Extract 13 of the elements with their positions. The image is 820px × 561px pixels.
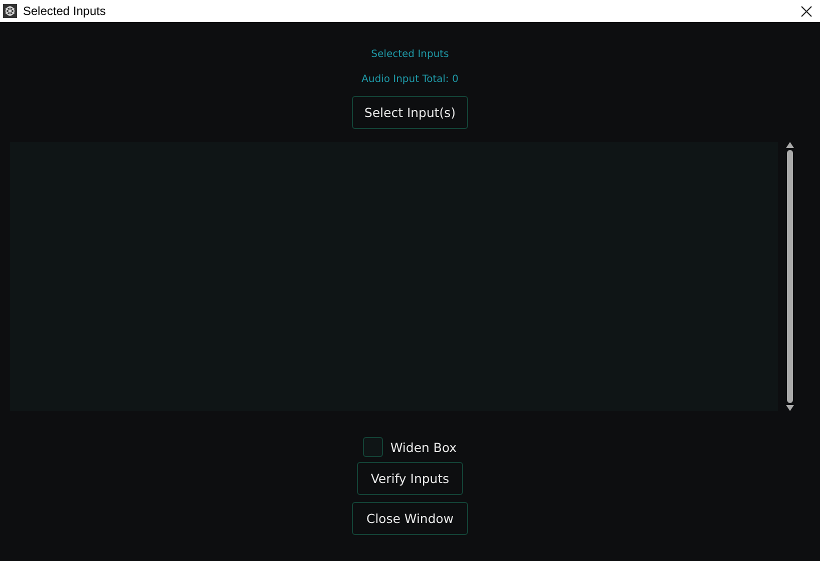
close-window-button[interactable]: Close Window xyxy=(352,502,468,535)
widen-box-checkbox[interactable] xyxy=(363,437,384,457)
scroll-down-icon[interactable] xyxy=(786,405,794,411)
scrollbar-thumb[interactable] xyxy=(787,150,793,403)
scroll-up-icon[interactable] xyxy=(786,142,794,148)
widen-box-label: Widen Box xyxy=(390,440,457,454)
heading-label: Selected Inputs xyxy=(371,48,449,62)
app-icon xyxy=(3,4,17,18)
verify-inputs-button[interactable]: Verify Inputs xyxy=(357,462,463,495)
close-icon[interactable] xyxy=(801,6,812,16)
total-label: Audio Input Total: 0 xyxy=(362,73,458,87)
window-title: Selected Inputs xyxy=(23,4,107,18)
select-inputs-button[interactable]: Select Input(s) xyxy=(352,96,468,129)
